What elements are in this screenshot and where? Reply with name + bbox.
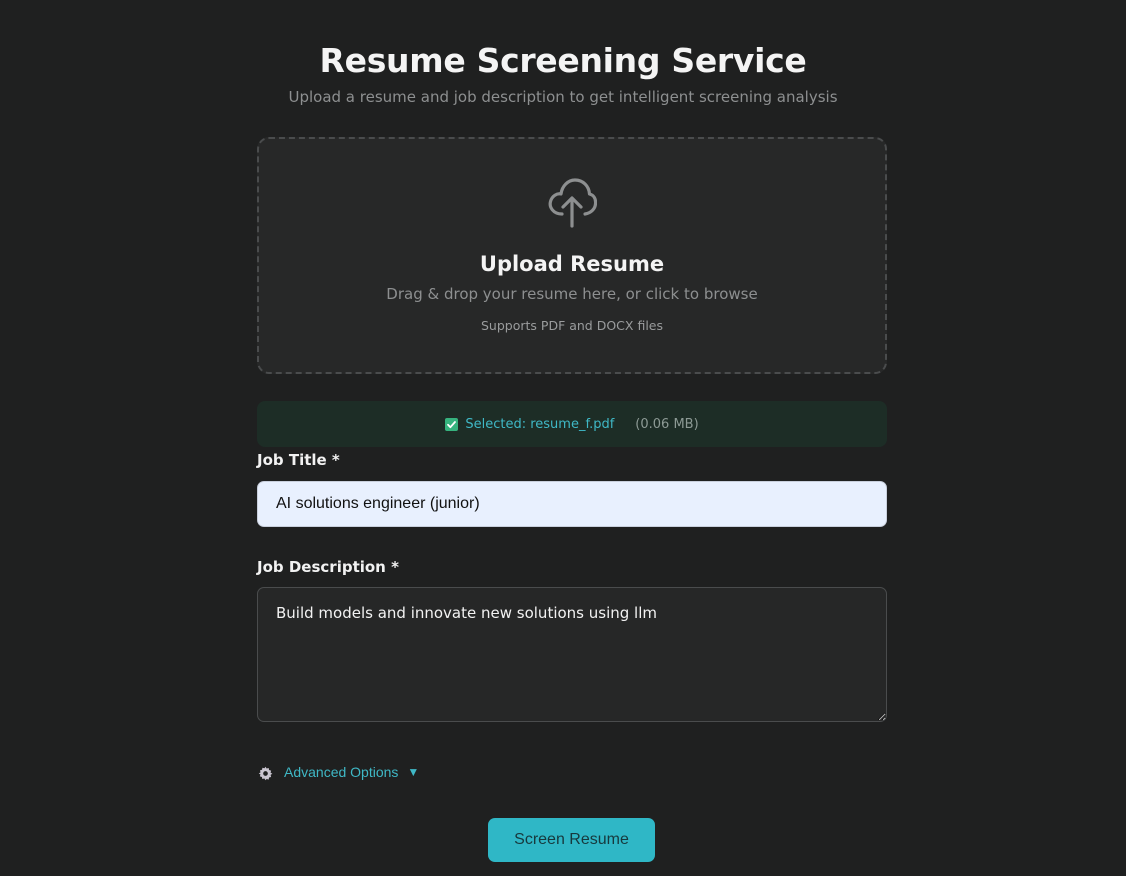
upload-heading: Upload Resume: [479, 252, 665, 276]
advanced-options-toggle[interactable]: Advanced Options ▼: [258, 763, 419, 781]
chevron-down-icon: ▼: [407, 765, 420, 779]
job-description-textarea[interactable]: Build models and innovate new solutions …: [257, 587, 887, 722]
page-subtitle: Upload a resume and job description to g…: [288, 88, 838, 106]
job-title-input[interactable]: [257, 481, 887, 527]
upload-hint: Drag & drop your resume here, or click t…: [386, 285, 758, 303]
gear-icon: [258, 766, 273, 781]
job-title-label: Job Title *: [257, 451, 340, 469]
selected-file-size: (0.06 MB): [635, 416, 699, 432]
selected-file-banner: Selected: resume_f.pdf (0.06 MB): [257, 401, 887, 447]
cloud-upload-icon: [548, 178, 597, 228]
job-description-label: Job Description *: [257, 558, 399, 576]
screen-resume-button[interactable]: Screen Resume: [488, 818, 655, 862]
advanced-options-label: Advanced Options: [284, 764, 399, 780]
page-title: Resume Screening Service: [319, 41, 807, 80]
page: Resume Screening Service Upload a resume…: [0, 0, 1126, 876]
upload-support-text: Supports PDF and DOCX files: [481, 318, 663, 333]
checkbox-check-icon: [445, 417, 459, 431]
selected-file-name: Selected: resume_f.pdf: [465, 416, 615, 432]
resume-dropzone[interactable]: Upload Resume Drag & drop your resume he…: [257, 137, 887, 374]
